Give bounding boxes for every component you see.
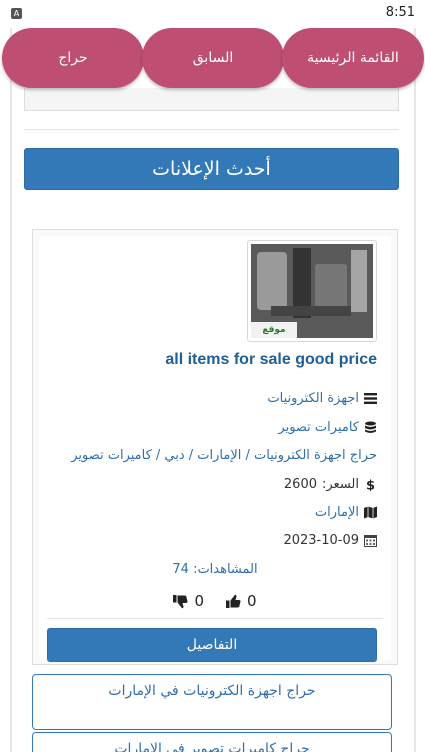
page-content: أحدث الإعلانات موقع حراج all items for s… [0,28,425,752]
divider [24,129,399,130]
ad-category-link[interactable]: اجهزة الكترونيات [267,391,359,406]
map-icon [364,506,377,519]
ad-card-body: موقع حراج all items for sale good price … [39,236,391,662]
ad-views: المشاهدات: 74 [39,562,391,577]
thumbs-down-icon [173,594,188,608]
card-divider [47,618,383,619]
dislike-button[interactable]: 0 [173,592,204,610]
like-count: 0 [247,592,257,610]
ad-card: موقع حراج all items for sale good price … [32,229,398,665]
svg-text:$: $ [366,479,375,492]
app-notification-icon: A [11,8,22,19]
ad-breadcrumb[interactable]: حراج اجهزة الكترونيات / الإمارات / دبي /… [71,448,377,463]
related-link-electronics[interactable]: حراج اجهزة الكترونيات في الإمارات [32,674,392,730]
thumbs-up-icon [226,594,241,608]
ad-subcategory-row: كاميرات تصوير [278,420,377,435]
image-detail [271,306,351,316]
image-detail [315,264,347,308]
ad-date: 2023-10-09 [283,533,359,548]
calendar-icon [364,535,377,547]
like-button[interactable]: 0 [226,592,257,610]
price-label: السعر: [322,477,359,492]
home-menu-button[interactable]: القائمة الرئيسية [282,28,424,88]
status-time: 8:51 [385,5,415,20]
ad-category-row: اجهزة الكترونيات [267,391,377,406]
status-bar: A 8:51 [0,0,425,28]
views-value: 74 [172,562,189,577]
ad-title[interactable]: all items for sale good price [39,351,377,369]
database-icon [365,421,376,433]
image-detail [351,250,367,312]
ad-image: موقع حراج [251,244,373,338]
ad-votes: 0 0 [39,592,391,610]
back-button[interactable]: السابق [142,28,284,88]
page-border-right [414,28,416,752]
ad-location-row: الإمارات [315,505,377,520]
latest-ads-header: أحدث الإعلانات [24,148,399,190]
image-watermark: موقع حراج [251,322,297,338]
page-border-left [10,28,12,752]
dollar-icon: $ [366,479,375,492]
views-label: المشاهدات: [193,562,258,577]
ad-price-row: $ السعر: 2600 [284,477,377,492]
dislike-count: 0 [194,592,204,610]
related-link-cameras[interactable]: حراج كاميرات تصوير في الإمارات [32,732,392,752]
ad-thumbnail[interactable]: موقع حراج [247,240,377,342]
ad-location-link[interactable]: الإمارات [315,505,359,520]
top-nav: حراج السابق القائمة الرئيسية [0,28,425,88]
haraj-button[interactable]: حراج [2,28,144,88]
list-icon [364,393,377,404]
ad-subcategory-link[interactable]: كاميرات تصوير [278,420,359,435]
image-detail [257,252,287,310]
ad-date-row: 2023-10-09 [283,533,377,548]
previous-panel-bottom [24,88,399,111]
details-button[interactable]: التفاصيل [47,628,377,662]
ad-breadcrumb-row: حراج اجهزة الكترونيات / الإمارات / دبي /… [71,448,377,463]
price-value: 2600 [283,477,317,492]
